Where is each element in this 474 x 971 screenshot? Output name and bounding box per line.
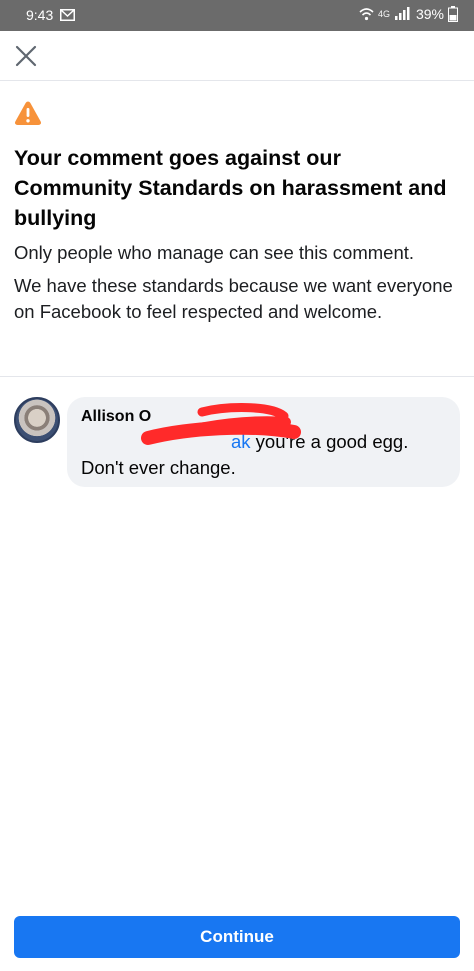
notice-title: Your comment goes against our Community … [14,146,447,230]
mail-icon [60,9,75,21]
header-divider [0,80,474,81]
warning-icon [15,101,41,125]
continue-button[interactable]: Continue [14,916,460,958]
reason-text: We have these standards because we want … [14,275,453,322]
status-bar: 9:43 4G 39% [0,0,474,31]
redaction-mark [141,403,301,445]
wifi-icon [359,8,374,21]
network-type: 4G [377,9,390,19]
signal-icon [394,7,410,20]
close-icon[interactable] [10,40,42,72]
status-time: 9:43 [26,7,54,23]
avatar[interactable] [14,397,60,443]
comment-bubble: Allison O ak you're a good egg. Don't ev… [67,397,460,487]
battery-percent: 39% [415,6,444,22]
visibility-text: Only people who manage can see this comm… [14,242,415,263]
content-divider [0,376,474,377]
status-right: 4G 39% [359,6,458,22]
battery-icon [448,6,458,22]
